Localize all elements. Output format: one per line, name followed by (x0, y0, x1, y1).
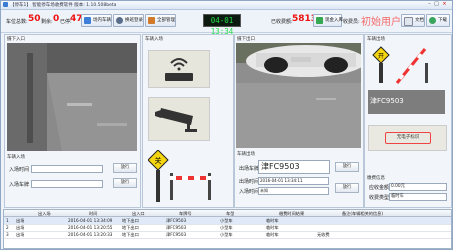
lot-vehicles-button[interactable]: 场内车辆 (81, 14, 112, 27)
exit-camera-image (236, 43, 361, 148)
window-title: 【停车1】 智能停车场收费软件 版本: 1.10.508beta (10, 3, 117, 8)
user-icon (116, 17, 123, 24)
operator-value: 初始用户 (361, 17, 401, 28)
plate-capture: 津FC9503 (368, 90, 445, 114)
exit-entry-time-label: 入场时间 (239, 189, 260, 195)
entry-signs-panel: 车辆入场 关 (142, 34, 234, 208)
rfid-sign (148, 50, 210, 88)
shift-login-button[interactable]: 换班登录 (113, 14, 144, 27)
cash-in-button[interactable]: 现金入库 (313, 14, 343, 27)
exit-section-title: 车辆出场 (237, 152, 255, 157)
revenue-label: 已收费额: (271, 19, 293, 25)
close-button[interactable]: × (441, 2, 448, 7)
table-header: 出入场 时间 出入口 车牌号 车型 缴费时间结果 备注(车辆相关的信息) (4, 210, 451, 217)
no-tag-label: 无电子标识 (385, 132, 431, 144)
exit-time-input[interactable]: 2016-04-01 13:34:11 (258, 177, 329, 185)
entry-signs-title: 车辆入场 (145, 37, 163, 42)
tag-reader-panel: 无电子标识 (368, 125, 447, 151)
barrier-icon: 关 (147, 149, 211, 202)
minimize-button[interactable]: – (426, 2, 433, 7)
exit-release-button-1[interactable]: 放行 (335, 162, 359, 172)
document-button[interactable]: 文档 (401, 14, 425, 27)
entry-release-button-2[interactable]: 放行 (113, 178, 137, 188)
operator-label: 收费员: (343, 19, 360, 25)
exit-camera-feed (236, 43, 361, 148)
entry-release-button-1[interactable]: 放行 (113, 163, 137, 173)
svg-text:开: 开 (378, 53, 384, 60)
exit-plate-input[interactable]: 津FC9503 (258, 160, 330, 174)
car-icon (84, 17, 91, 24)
entry-camera-feed (7, 43, 137, 151)
exit-signs-title: 车辆出场 (367, 37, 385, 42)
fee-type-label: 收费类型 (369, 195, 390, 201)
fee-label: 应收金额 (369, 185, 390, 191)
title-bar: 【停车1】 智能停车场收费软件 版本: 1.10.508beta – □ × (1, 1, 452, 10)
app-icon (3, 2, 8, 7)
fee-info-title: 缴费信息 (367, 176, 385, 181)
exit-signs-panel: 车辆出场 开 津FC9503 无电子标识 缴费信息 应收金额 0.00元 收费类… (364, 34, 452, 208)
svg-text:关: 关 (155, 156, 162, 165)
fee-input[interactable]: 0.00元 (389, 183, 447, 191)
free-label: 剩余: (41, 19, 53, 25)
entry-time-label: 入场时间 (9, 167, 30, 173)
toolbar: 车位总数: 50 剩余: 0 已停: 47 场内车辆 换班登录 全部管理 04-… (1, 10, 452, 36)
entry-plate-label: 入场车牌 (9, 182, 30, 188)
barrier-gate-closed: 关 (147, 149, 233, 205)
records-table: 出入场 时间 出入口 车牌号 车型 缴费时间结果 备注(车辆相关的信息) 1 出… (3, 209, 452, 249)
exit-time-label: 出场时间 (239, 179, 260, 185)
entry-camera-title: 摄下入口 (7, 37, 25, 42)
spaces-value: 50 (28, 14, 41, 24)
entry-plate-input[interactable] (31, 180, 103, 188)
cctv-icon (155, 108, 197, 132)
download-icon (429, 17, 436, 24)
entry-panel: 摄下入口 车辆入场 入场时间 放行 入场车牌 放行 (4, 34, 141, 208)
table-row[interactable]: 3 出场 2016-04-01 13:20:33 地下出口 津FC9503 小型… (4, 231, 451, 239)
document-icon (404, 17, 413, 26)
manage-button[interactable]: 全部管理 (145, 14, 176, 27)
barrier-open-icon: 开 (372, 46, 428, 84)
spaces-label: 车位总数: (6, 19, 28, 25)
fee-type-input[interactable]: 临时车 (389, 193, 447, 201)
app-window: 【停车1】 智能停车场收费软件 版本: 1.10.508beta – □ × 车… (0, 0, 453, 250)
camera-sign (148, 97, 210, 141)
exit-entry-time-input[interactable]: 未知 (258, 187, 329, 195)
maximize-button[interactable]: □ (433, 2, 440, 7)
download-button[interactable]: 下载 (426, 14, 450, 27)
clock-display: 04-01 13:34 (203, 14, 241, 36)
exit-release-button-2[interactable]: 放行 (335, 183, 359, 193)
entry-section-title: 车辆入场 (7, 155, 25, 160)
entry-time-input[interactable] (31, 165, 103, 173)
exit-plate-label: 出场车牌 (239, 166, 260, 172)
cash-icon (316, 17, 323, 24)
free-value: 0 (53, 14, 60, 24)
wifi-reader-icon (165, 58, 193, 81)
plate-capture-text: 津FC9503 (370, 97, 404, 105)
exit-camera-title: 摄下出口 (237, 37, 255, 42)
exit-panel: 摄下出口 车辆出场 出场车牌 津FC9503 出场时间 2016-04-01 1… (234, 34, 364, 208)
entry-camera-image (7, 43, 137, 151)
manage-icon (148, 17, 155, 24)
barrier-gate-open: 开 (367, 45, 449, 85)
